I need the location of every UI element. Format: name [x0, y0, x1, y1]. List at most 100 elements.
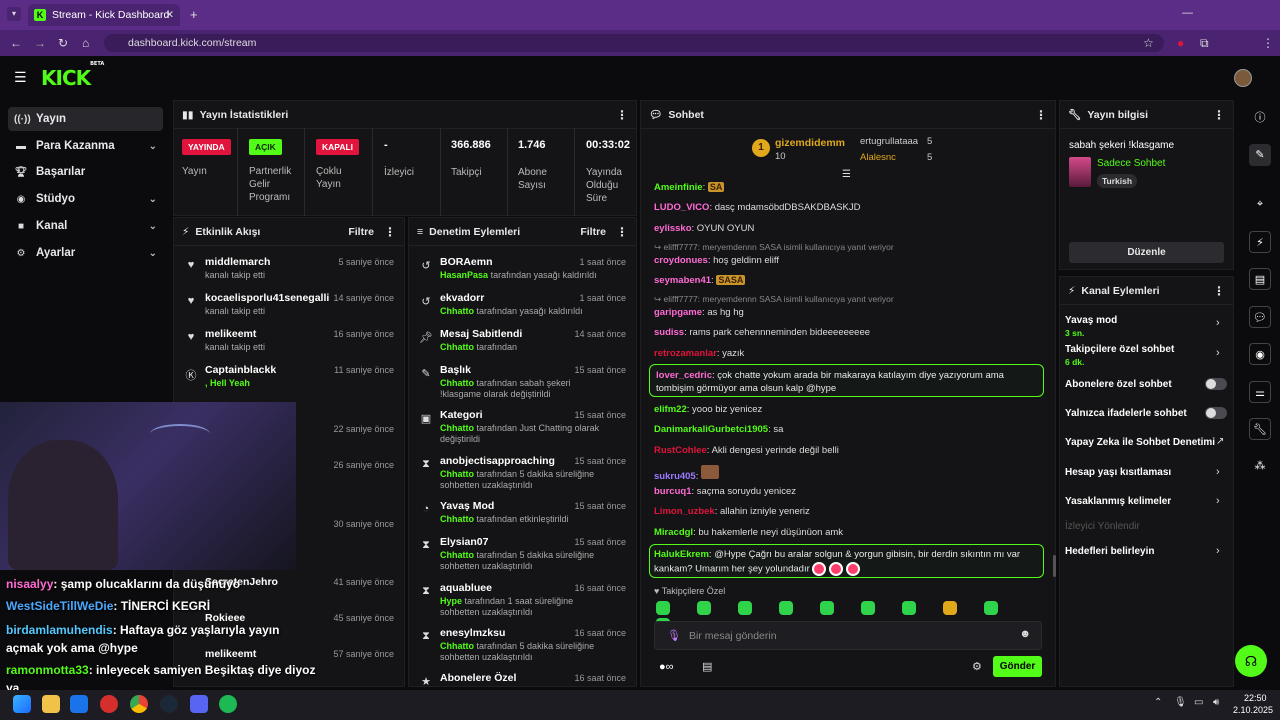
chat-message: garipgame: as hg hg — [654, 307, 744, 318]
sidebar-item-basarilar[interactable]: 🏆︎ Başarılar — [8, 160, 163, 184]
more-icon[interactable]: ⋮ — [384, 225, 396, 239]
status-badge: AÇIK — [249, 139, 282, 155]
steam-icon[interactable] — [160, 695, 178, 713]
pencil-icon[interactable]: ✎ — [1249, 144, 1271, 166]
discord-icon[interactable] — [190, 695, 208, 713]
list-item: ⧗ anobjectisapproaching Chhatto tarafından… — [409, 455, 636, 497]
more-icon[interactable]: ⋮ — [1035, 108, 1047, 122]
chat-message: croydonues: hoş geldinn eliff — [654, 255, 779, 266]
kick-logo[interactable]: KICKBETA — [41, 61, 104, 90]
microphone-tray-icon[interactable]: 🎙︎ — [1174, 697, 1187, 708]
widgets-icon[interactable]: ⁂ — [1249, 455, 1271, 477]
chat-settings-gear-icon[interactable]: ⚙ — [972, 660, 982, 673]
file-explorer-icon[interactable] — [42, 695, 60, 713]
overlay-chat-line: WestSideTillWeDie: TİNERCİ KEGRİ — [6, 599, 211, 613]
sidebar-item-studyo[interactable]: ◉ Stüdyo ⌄ — [8, 187, 163, 211]
filter-button[interactable]: Filtre — [580, 226, 606, 238]
broadcast-icon[interactable]: ◉ — [1249, 343, 1271, 365]
outlook-icon[interactable] — [70, 695, 88, 713]
chrome-icon[interactable] — [130, 695, 148, 713]
heart-icon: ♥ — [187, 295, 195, 307]
chevron-right-icon[interactable]: › — [1216, 347, 1220, 359]
reload-icon[interactable]: ↻ — [58, 30, 68, 56]
bookmark-star-icon[interactable]: ☆ — [1143, 30, 1154, 56]
display-tray-icon[interactable]: ▭ — [1194, 697, 1203, 708]
new-tab-button[interactable]: + — [190, 7, 198, 22]
tab-list-button[interactable]: ▾ — [7, 7, 21, 21]
extensions-puzzle-icon[interactable]: ⧉ — [1200, 30, 1209, 56]
more-icon[interactable]: ⋮ — [616, 225, 628, 239]
chevron-right-icon[interactable]: › — [1216, 495, 1220, 507]
more-icon[interactable]: ⋮ — [616, 108, 628, 122]
emote-only-toggle[interactable] — [1205, 407, 1227, 419]
info-icon[interactable]: ⓘ — [1249, 107, 1271, 129]
chevron-right-icon[interactable]: › — [1216, 466, 1220, 478]
chat-message: sukru405: — [654, 465, 720, 482]
chevron-right-icon[interactable]: › — [1216, 317, 1220, 329]
category-name[interactable]: Sadece Sohbet — [1097, 158, 1165, 169]
extension-icon[interactable]: ● — [1177, 30, 1184, 56]
external-link-icon[interactable]: ↗ — [1216, 436, 1224, 447]
followers-only-label: ♥ Takipçilere Özel — [654, 586, 726, 596]
heart-icon: ♥ — [654, 586, 660, 596]
kick-favicon-icon: K — [34, 9, 46, 21]
edit-button[interactable]: Düzenle — [1069, 242, 1224, 263]
account-age-action[interactable]: Hesap yaşı kısıtlaması — [1065, 467, 1171, 478]
emoji-icon[interactable]: ☻ — [1019, 628, 1031, 640]
volume-tray-icon[interactable]: 🔊︎ — [1213, 697, 1219, 708]
chevron-right-icon[interactable]: › — [1216, 545, 1220, 557]
sidebar-item-ayarlar[interactable]: ⚙ Ayarlar ⌄ — [8, 241, 163, 265]
chat-input[interactable]: 🎙︎ Bir mesaj gönderin ☻ — [654, 621, 1042, 650]
user-avatar[interactable] — [1234, 69, 1252, 87]
microphone-icon[interactable]: 🎙︎ — [667, 629, 681, 642]
studio-icon: ◉ — [16, 193, 26, 205]
menu-kebab-icon[interactable]: ⋮ — [1262, 30, 1274, 56]
lightning-icon[interactable]: ⚡ — [1249, 231, 1271, 253]
window-minimize-button[interactable]: — — [1182, 7, 1193, 19]
moderation-panel: ≡ Denetim Eylemleri Filtre ⋮ ↺ BORAemn HasanP… — [408, 217, 637, 687]
sidebar-item-yayin[interactable]: ((·)) Yayın — [8, 107, 163, 131]
wrench-icon[interactable]: 🔧︎ — [1249, 418, 1271, 440]
browser-tab[interactable]: K Stream - Kick Dashboard ✕ — [28, 4, 180, 26]
chat-scrollbar[interactable] — [1053, 555, 1056, 577]
windows-start-icon[interactable] — [13, 695, 31, 713]
ai-moderation-action[interactable]: Yapay Zeka ile Sohbet Denetimi — [1065, 437, 1215, 448]
slow-mode-action[interactable]: Yavaş mod 3 sn. — [1065, 315, 1117, 338]
browser-tab-bar: ▾ K Stream - Kick Dashboard ✕ + — — [0, 0, 1280, 30]
sliders-icon[interactable]: ⚌ — [1249, 381, 1271, 403]
opera-icon[interactable] — [100, 695, 118, 713]
document-icon[interactable]: ▤ — [1249, 268, 1271, 290]
clock-time[interactable]: 22:50 — [1244, 693, 1267, 703]
goals-action[interactable]: Hedefleri belirleyin — [1065, 546, 1154, 557]
send-button[interactable]: Gönder — [993, 656, 1042, 677]
sidebar-item-kanal[interactable]: ■ Kanal ⌄ — [8, 214, 163, 238]
stat-followers: 366.886 Takipçi — [451, 139, 491, 178]
followers-only-action[interactable]: Takipçilere özel sohbet 6 dk. — [1065, 344, 1174, 367]
spotify-icon[interactable] — [219, 695, 237, 713]
forward-icon[interactable]: → — [34, 30, 46, 56]
chat-bubble-icon[interactable]: 💬︎ — [1249, 306, 1271, 328]
more-icon[interactable]: ⋮ — [1213, 108, 1225, 122]
home-icon[interactable]: ⌂ — [82, 30, 89, 56]
support-headset-icon[interactable]: ☊ — [1235, 645, 1267, 677]
filter-lines-icon[interactable]: ☰ — [842, 169, 851, 180]
clock-date[interactable]: 2.10.2025 — [1233, 705, 1273, 715]
back-icon[interactable]: ← — [10, 30, 22, 56]
list-item: ★ Abonelere Özel 16 saat önce — [409, 672, 636, 686]
url-field[interactable]: dashboard.kick.com/stream — [104, 34, 1164, 52]
list-item: ♥ kocaelisporlu41senegalli kanalı takip et… — [174, 292, 404, 328]
sub-only-toggle[interactable] — [1205, 378, 1227, 390]
store-icon[interactable]: ▤ — [702, 660, 712, 673]
more-icon[interactable]: ⋮ — [1213, 284, 1225, 298]
tab-close-icon[interactable]: ✕ — [165, 9, 174, 21]
kick-points-icon[interactable]: ●∞ — [659, 661, 674, 673]
tray-chevron-icon[interactable]: ⌃ — [1154, 697, 1162, 708]
banned-words-action[interactable]: Yasaklanmış kelimeler — [1065, 496, 1171, 507]
money-icon: ▬ — [16, 140, 26, 152]
chat-message: retrozamanlar: yazık — [654, 348, 745, 359]
hamburger-menu-icon[interactable]: ☰ — [14, 69, 27, 86]
sidebar-item-para-kazanma[interactable]: ▬ Para Kazanma ⌄ — [8, 134, 163, 158]
filter-button[interactable]: Filtre — [348, 226, 374, 238]
tab-title: Stream - Kick Dashboard — [52, 9, 170, 21]
camera-icon[interactable]: ⌖ — [1249, 193, 1271, 215]
